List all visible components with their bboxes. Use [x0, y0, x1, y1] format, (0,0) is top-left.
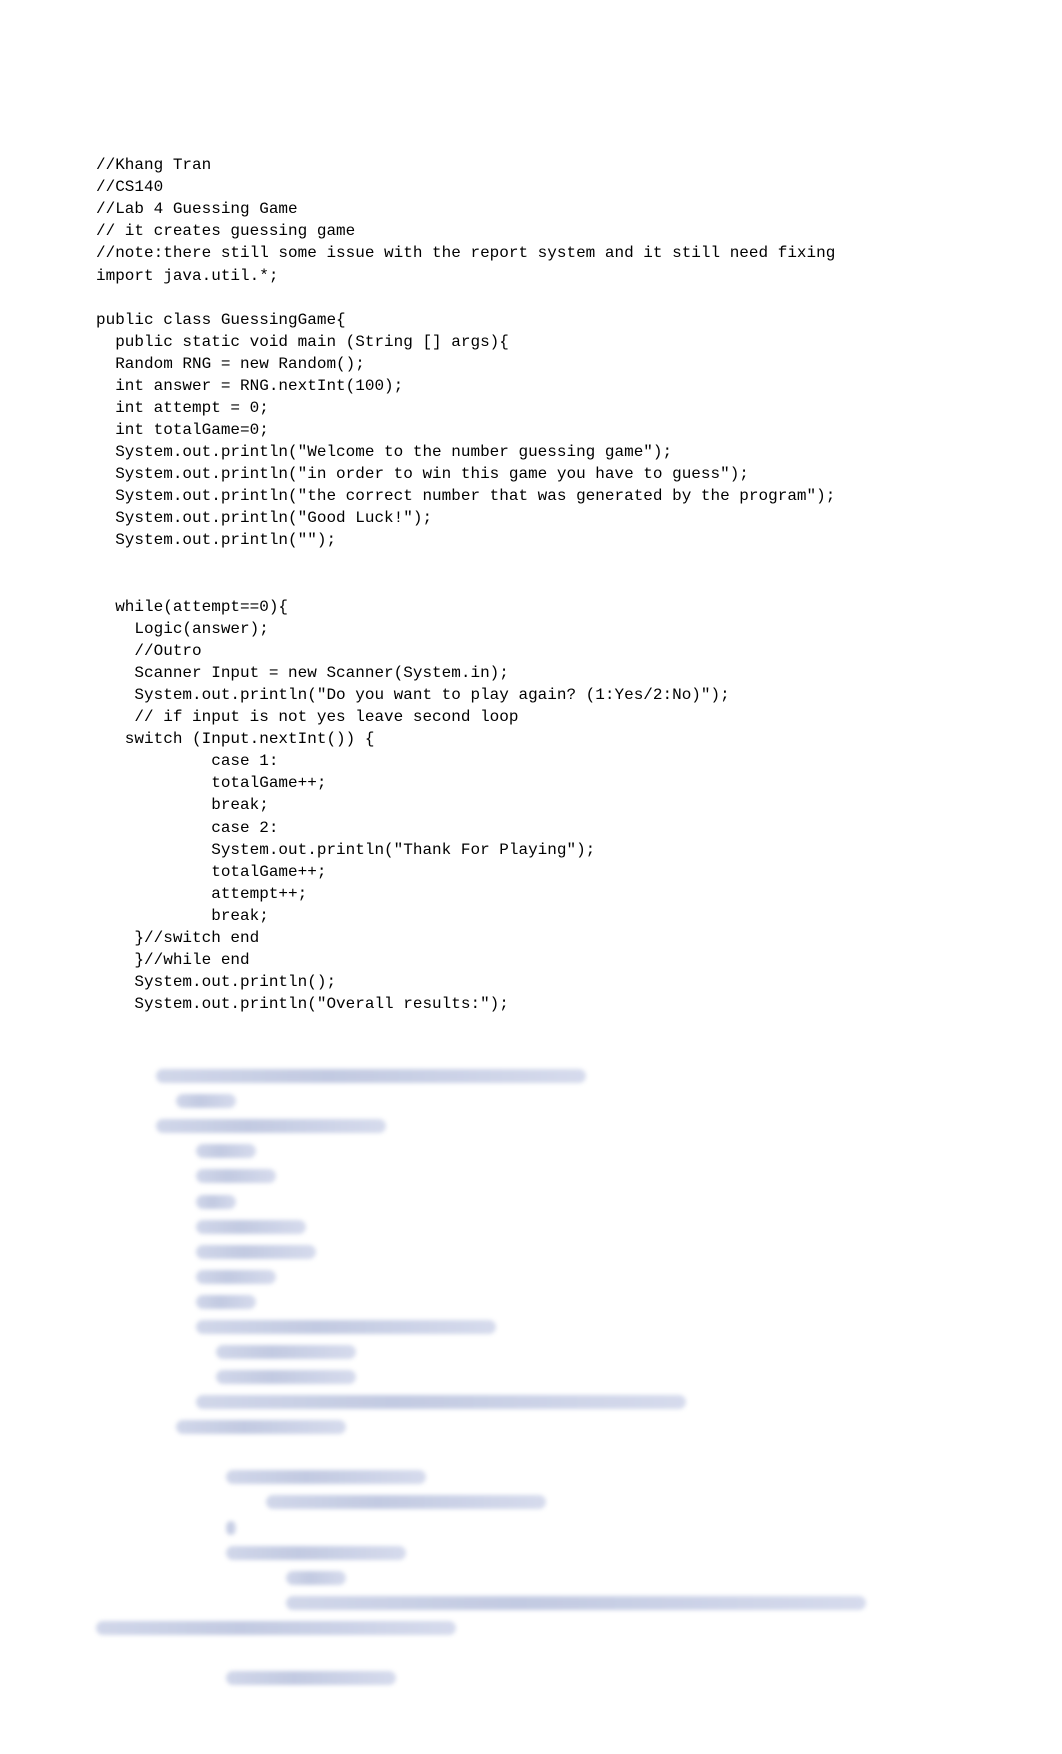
- code-line: totalGame++;: [96, 861, 966, 883]
- blurred-line: [96, 1191, 966, 1213]
- code-line: }//switch end: [96, 927, 966, 949]
- code-line: // if input is not yes leave second loop: [96, 706, 966, 728]
- code-line: case 1:: [96, 750, 966, 772]
- code-line: //Lab 4 Guessing Game: [96, 198, 966, 220]
- blurred-line: [96, 1667, 966, 1689]
- blurred-line: [96, 1391, 966, 1413]
- code-line: //note:there still some issue with the r…: [96, 242, 966, 264]
- blurred-line: [96, 1316, 966, 1338]
- code-line: System.out.println("Good Luck!");: [96, 507, 966, 529]
- code-line: System.out.println("Do you want to play …: [96, 684, 966, 706]
- code-line: }//while end: [96, 949, 966, 971]
- blurred-line: [96, 1141, 966, 1163]
- code-line: System.out.println("Overall results:");: [96, 993, 966, 1015]
- code-line: case 2:: [96, 817, 966, 839]
- code-line: System.out.println("");: [96, 529, 966, 551]
- code-line: public class GuessingGame{: [96, 309, 966, 331]
- blurred-line: [96, 1266, 966, 1288]
- code-line: break;: [96, 794, 966, 816]
- blurred-line: [96, 1116, 966, 1138]
- blurred-line: [96, 1416, 966, 1438]
- blurred-line: [96, 1216, 966, 1238]
- blurred-line: [96, 1542, 966, 1564]
- blurred-line: [96, 1166, 966, 1188]
- code-line: //CS140: [96, 176, 966, 198]
- code-line: attempt++;: [96, 883, 966, 905]
- code-line: Scanner Input = new Scanner(System.in);: [96, 662, 966, 684]
- code-line: import java.util.*;: [96, 265, 966, 287]
- code-block: //Khang Tran//CS140//Lab 4 Guessing Game…: [96, 154, 966, 1015]
- code-line: System.out.println("Thank For Playing");: [96, 839, 966, 861]
- code-line: break;: [96, 905, 966, 927]
- code-line: [96, 552, 966, 574]
- code-line: int attempt = 0;: [96, 397, 966, 419]
- code-line: [96, 574, 966, 596]
- code-line: Logic(answer);: [96, 618, 966, 640]
- blurred-line: [96, 1592, 966, 1614]
- blurred-line: [96, 1291, 966, 1313]
- code-line: Random RNG = new Random();: [96, 353, 966, 375]
- blurred-line: [96, 1567, 966, 1589]
- blurred-line: [96, 1642, 966, 1664]
- code-line: System.out.println("the correct number t…: [96, 485, 966, 507]
- blurred-line: [96, 1442, 966, 1464]
- code-line: // it creates guessing game: [96, 220, 966, 242]
- blurred-line: [96, 1366, 966, 1388]
- blurred-line: [96, 1241, 966, 1263]
- code-line: int answer = RNG.nextInt(100);: [96, 375, 966, 397]
- code-line: [96, 287, 966, 309]
- code-line: public static void main (String [] args)…: [96, 331, 966, 353]
- code-document: //Khang Tran//CS140//Lab 4 Guessing Game…: [0, 0, 1062, 1754]
- blurred-line: [96, 1090, 966, 1112]
- code-line: System.out.println("Welcome to the numbe…: [96, 441, 966, 463]
- blurred-line: [96, 1617, 966, 1639]
- code-line: //Khang Tran: [96, 154, 966, 176]
- code-line: System.out.println("in order to win this…: [96, 463, 966, 485]
- blurred-line: [96, 1467, 966, 1489]
- blurred-line: [96, 1341, 966, 1363]
- blurred-line: [96, 1517, 966, 1539]
- blurred-preview-region: [96, 1065, 966, 1689]
- code-line: int totalGame=0;: [96, 419, 966, 441]
- code-line: System.out.println();: [96, 971, 966, 993]
- blurred-line: [96, 1492, 966, 1514]
- code-line: totalGame++;: [96, 772, 966, 794]
- code-line: while(attempt==0){: [96, 596, 966, 618]
- blurred-line: [96, 1065, 966, 1087]
- code-line: switch (Input.nextInt()) {: [96, 728, 966, 750]
- code-line: //Outro: [96, 640, 966, 662]
